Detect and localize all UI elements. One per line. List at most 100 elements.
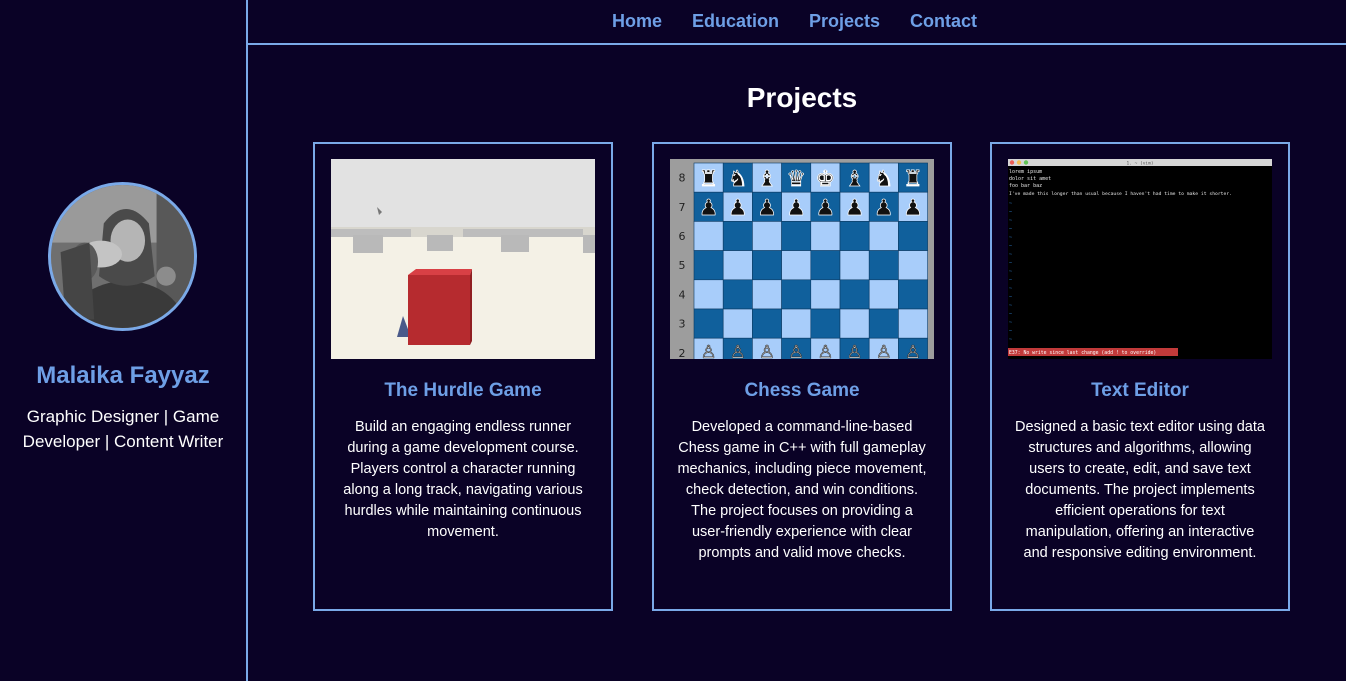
vim-tilde-marker: ~ — [1009, 218, 1012, 224]
vim-tilde-marker: ~ — [1009, 201, 1012, 207]
chess-square — [839, 279, 870, 310]
chess-piece: ♙ — [730, 342, 746, 359]
chess-piece: ♟ — [699, 196, 719, 221]
hurdle-game-thumbnail — [331, 159, 595, 359]
vim-tilde-marker: ~ — [1009, 261, 1012, 267]
chess-square — [868, 279, 899, 310]
chess-square — [781, 250, 812, 281]
vim-tilde-marker: ~ — [1009, 269, 1012, 275]
editor-status-line: E37: No write since last change (add ! t… — [1009, 350, 1156, 356]
project-description: Designed a basic text editor using data … — [1015, 419, 1265, 561]
chess-piece: ♚ — [816, 167, 836, 192]
vim-tilde-marker: ~ — [1009, 337, 1012, 343]
vim-tilde-marker: ~ — [1009, 286, 1012, 292]
chess-piece: ♞ — [728, 167, 748, 192]
projects-heading: Projects — [746, 82, 858, 113]
vim-tilde-marker: ~ — [1009, 244, 1012, 250]
chess-piece: ♞ — [874, 167, 894, 192]
chess-piece: ♝ — [757, 167, 777, 192]
project-title: The Hurdle Game — [384, 380, 542, 401]
vim-tilde-marker: ~ — [1009, 295, 1012, 301]
chess-square — [898, 279, 928, 310]
chess-square — [722, 308, 753, 339]
chess-square — [752, 221, 782, 251]
chess-square — [722, 279, 753, 310]
vim-tilde-marker: ~ — [1009, 278, 1012, 284]
vim-tilde-marker: ~ — [1009, 210, 1012, 216]
chess-square — [693, 250, 724, 281]
chess-piece: ♟ — [903, 196, 923, 221]
project-title: Text Editor — [1091, 380, 1189, 401]
chess-square — [839, 250, 870, 281]
vim-tilde-marker: ~ — [1009, 235, 1012, 241]
text-editor-thumbnail: 1. ~ (vim) lorem ipsum dolor sit amet fo… — [1008, 159, 1272, 359]
chess-square — [868, 221, 899, 251]
chess-rank-label: 7 — [679, 201, 686, 214]
project-description: Build an engaging endless runner during … — [343, 419, 583, 540]
chess-square — [752, 279, 782, 310]
chess-square — [722, 221, 753, 251]
chess-square — [810, 221, 841, 251]
nav-link-home[interactable]: Home — [612, 11, 662, 32]
nav-link-contact[interactable]: Contact — [910, 11, 977, 32]
chess-square — [810, 279, 841, 310]
chess-square — [693, 221, 724, 251]
project-description: Developed a command-line-based Chess gam… — [677, 419, 927, 561]
project-card-hurdle-game: The Hurdle Game Build an engaging endles… — [313, 142, 613, 611]
chess-piece: ♟ — [728, 196, 748, 221]
chess-piece: ♟ — [816, 196, 836, 221]
chess-rank-label: 3 — [679, 318, 686, 331]
chess-square — [781, 308, 812, 339]
chess-square — [810, 250, 841, 281]
chess-square — [693, 308, 724, 339]
chess-piece: ♟ — [757, 196, 777, 221]
editor-line: dolor sit amet — [1009, 176, 1051, 182]
vim-tilde-marker: ~ — [1009, 312, 1012, 318]
chess-piece: ♙ — [788, 342, 804, 359]
chess-piece: ♜ — [903, 167, 923, 192]
chess-square — [898, 221, 928, 251]
chess-square — [781, 279, 812, 310]
editor-line: lorem ipsum — [1009, 169, 1042, 175]
editor-line: foo bar baz — [1009, 183, 1042, 189]
vim-tilde-marker: ~ — [1009, 329, 1012, 335]
chess-square — [898, 250, 928, 281]
chess-square — [752, 308, 782, 339]
editor-window-title: 1. ~ (vim) — [1126, 161, 1153, 167]
profile-name: Malaika Fayyaz — [36, 362, 210, 389]
chess-game-thumbnail: 8 7 6 5 4 3 2 ♜ ♞ ♝ ♛ ♚ ♝ ♞ ♜ ♟ ♟ ♟ ♟ ♟ ♟ ♟ ♟ ♙ ♙ ♙ ♙ ♙ ♙ ♙ ♙ — [670, 159, 934, 359]
chess-square — [722, 250, 753, 281]
chess-square — [810, 308, 841, 339]
editor-line: I've made this longer than usual because… — [1009, 191, 1232, 197]
chess-piece: ♝ — [845, 167, 865, 192]
chess-piece: ♜ — [699, 167, 719, 192]
project-card-text-editor: 1. ~ (vim) lorem ipsum dolor sit amet fo… — [990, 142, 1290, 611]
chess-rank-label: 2 — [679, 347, 686, 359]
nav-link-projects[interactable]: Projects — [809, 11, 880, 32]
chess-piece: ♙ — [701, 342, 717, 359]
profile-avatar — [48, 182, 197, 331]
chess-piece: ♟ — [845, 196, 865, 221]
top-navigation: Home Education Projects Contact — [248, 0, 1346, 45]
chess-rank-label: 8 — [679, 172, 686, 185]
chess-square — [898, 308, 928, 339]
chess-rank-label: 6 — [679, 230, 686, 243]
vim-tilde-marker: ~ — [1009, 303, 1012, 309]
chess-piece: ♙ — [905, 342, 921, 359]
nav-link-education[interactable]: Education — [692, 11, 779, 32]
vim-tilde-marker: ~ — [1009, 252, 1012, 258]
chess-square — [868, 308, 899, 339]
chess-square — [868, 250, 899, 281]
chess-piece: ♟ — [874, 196, 894, 221]
chess-square — [839, 221, 870, 251]
profile-tagline: Graphic Designer | Game Developer | Cont… — [22, 407, 224, 451]
project-card-chess-game: 8 7 6 5 4 3 2 ♜ ♞ ♝ ♛ ♚ ♝ ♞ ♜ ♟ ♟ ♟ ♟ ♟ ♟ ♟ ♟ ♙ ♙ ♙ ♙ ♙ ♙ ♙ ♙ Chess G… — [652, 142, 952, 611]
vim-tilde-marker: ~ — [1009, 227, 1012, 233]
chess-piece: ♙ — [847, 342, 863, 359]
profile-photo — [51, 185, 194, 328]
chess-square — [781, 221, 812, 251]
chess-rank-label: 5 — [679, 259, 686, 272]
chess-piece: ♙ — [876, 342, 892, 359]
chess-piece: ♙ — [759, 342, 775, 359]
vim-tilde-marker: ~ — [1009, 320, 1012, 326]
